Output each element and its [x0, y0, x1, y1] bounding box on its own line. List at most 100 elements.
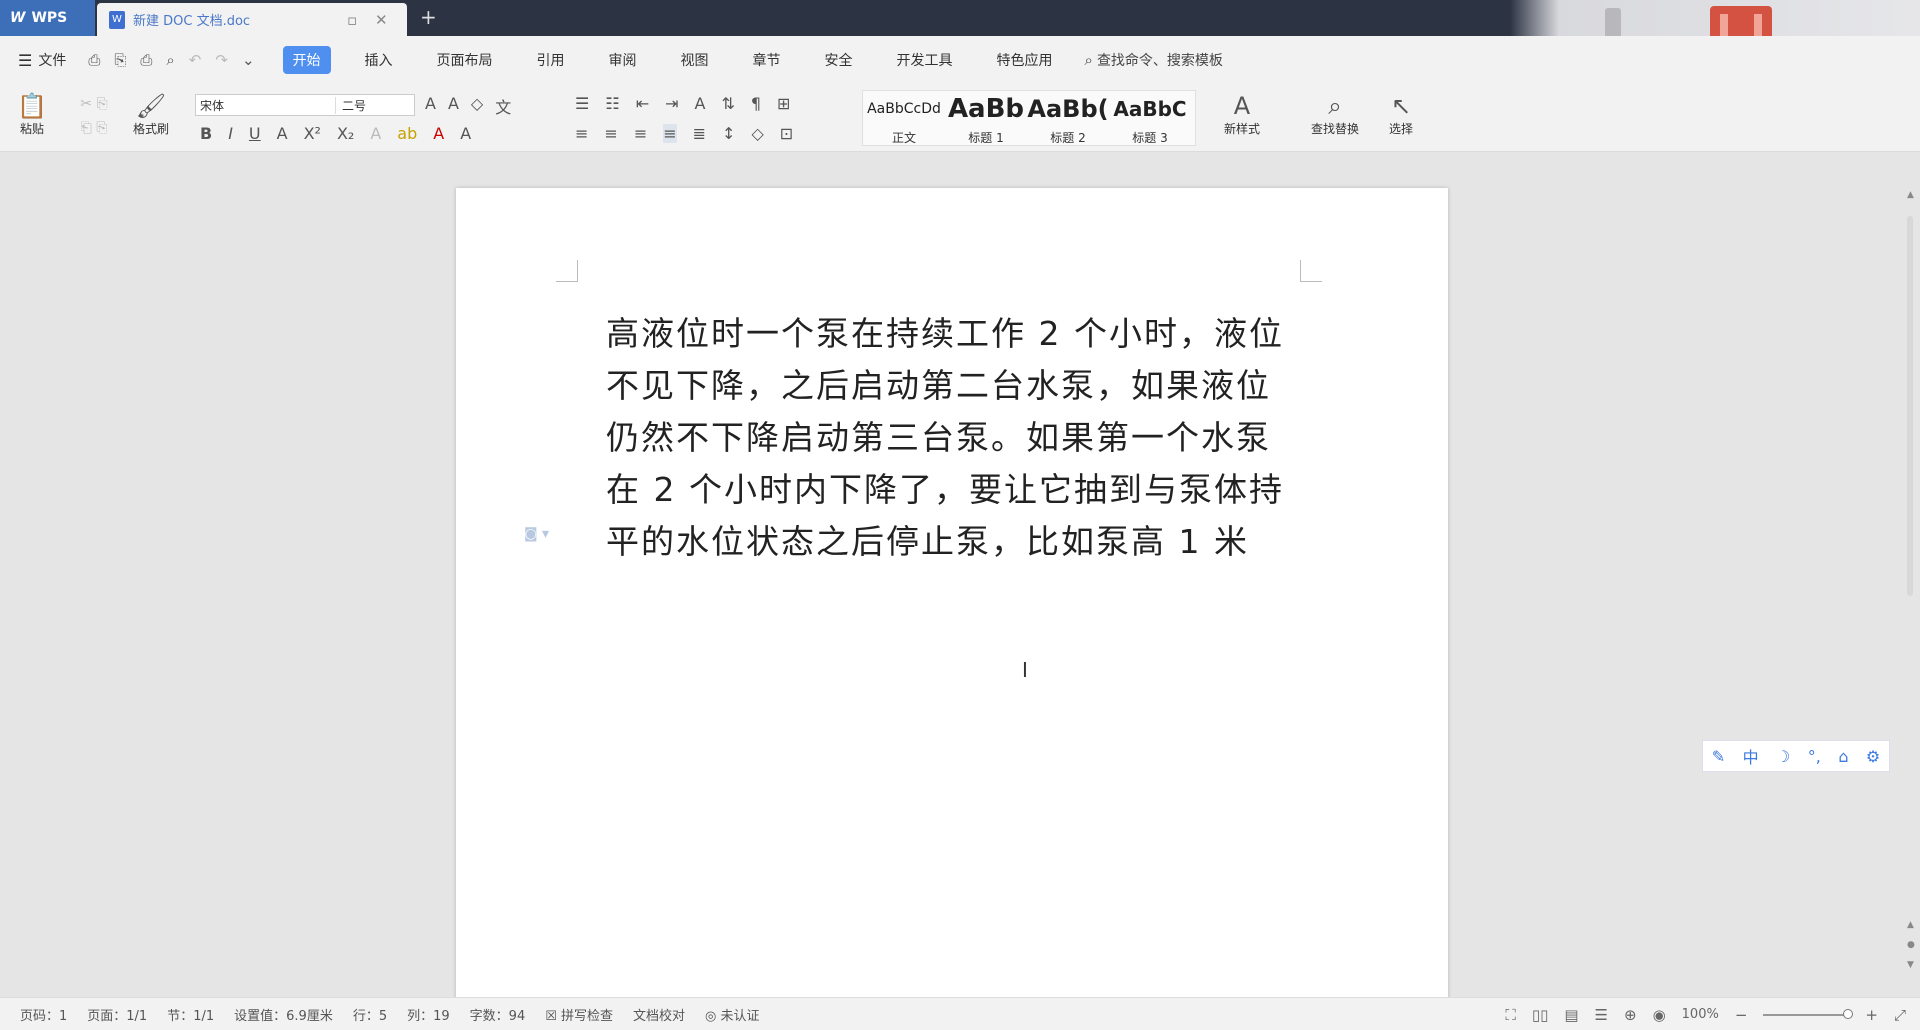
cut-icon[interactable]: ✂ ⎘ [64, 96, 124, 112]
new-tab-button[interactable]: + [420, 5, 437, 29]
text-direction-icon[interactable]: A [695, 94, 706, 113]
print-preview-icon[interactable]: ⌕ [166, 51, 174, 69]
style-heading-2[interactable]: AaBb( 标题 2 [1027, 91, 1109, 145]
undo-icon[interactable]: ↶ [189, 51, 202, 69]
style-heading-1[interactable]: AaBb 标题 1 [945, 91, 1027, 145]
document-page[interactable]: ◙ ▾ 高液位时一个泵在持续工作 2 个小时，液位 不见下降，之后启动第二台水泵… [456, 188, 1448, 1003]
char-border-icon[interactable]: A [460, 124, 471, 143]
bullet-list-icon[interactable]: ☰ [575, 94, 589, 113]
zoom-slider[interactable] [1763, 1008, 1854, 1019]
doc-proof-button[interactable]: 文档校对 [633, 1005, 685, 1024]
tab-security[interactable]: 安全 [815, 46, 863, 74]
next-page-icon[interactable]: ▼ [1907, 960, 1914, 970]
tab-references[interactable]: 引用 [527, 46, 575, 74]
text-effect-icon[interactable]: A [370, 124, 381, 143]
shrink-font-icon[interactable]: A [448, 94, 459, 118]
align-center-icon[interactable]: ≡ [604, 124, 617, 143]
table-icon[interactable]: ⊞ [777, 94, 790, 113]
eye-protect-icon[interactable]: ◉ [1653, 1006, 1666, 1024]
tab-review[interactable]: 审阅 [599, 46, 647, 74]
web-view-icon[interactable]: ⊕ [1624, 1006, 1637, 1024]
strikethrough-icon[interactable]: A [277, 124, 288, 143]
print-icon[interactable]: ⎙ [140, 51, 152, 69]
tab-view[interactable]: 视图 [671, 46, 719, 74]
style-normal[interactable]: AaBbCcDd 正文 [863, 91, 945, 145]
align-left-icon[interactable]: ≡ [575, 124, 588, 143]
tab-insert[interactable]: 插入 [355, 46, 403, 74]
spell-check-toggle[interactable]: ☒ 拼写检查 [545, 1005, 613, 1024]
redo-icon[interactable]: ↷ [215, 51, 228, 69]
status-word-count[interactable]: 字数：94 [470, 1005, 526, 1024]
select-browse-icon[interactable]: ● [1907, 940, 1915, 950]
outline-view-icon[interactable]: ☰ [1595, 1006, 1608, 1024]
copy-icon[interactable]: ⎗ ⎘ [64, 120, 124, 136]
decrease-indent-icon[interactable]: ⇤ [636, 94, 649, 113]
new-style-button[interactable]: A 新样式 [1212, 92, 1272, 137]
vertical-scrollbar[interactable]: ▲ ▲ ● ▼ [1905, 188, 1917, 992]
tab-home[interactable]: 开始 [282, 46, 331, 74]
wps-home-tab[interactable]: W WPS [0, 0, 95, 36]
document-body-text[interactable]: 高液位时一个泵在持续工作 2 个小时，液位 不见下降，之后启动第二台水泵，如果液… [606, 308, 1306, 568]
zoom-out-icon[interactable]: − [1735, 1006, 1748, 1024]
font-selector[interactable]: 宋体 二号 [195, 94, 415, 116]
file-menu[interactable]: ☰ 文件 [18, 50, 66, 70]
zoom-level[interactable]: 100% [1682, 1007, 1719, 1022]
grow-font-icon[interactable]: A [425, 94, 436, 118]
auth-status[interactable]: ◎ 未认证 [705, 1005, 760, 1024]
fit-window-icon[interactable]: ⤢ [1894, 1006, 1906, 1024]
close-tab-icon[interactable]: ✕ [375, 11, 388, 29]
user-icon[interactable]: ⌂ [1838, 747, 1848, 766]
page-view-icon[interactable]: ▤ [1564, 1006, 1578, 1024]
highlight-icon[interactable]: ab [397, 124, 417, 143]
zoom-slider-knob[interactable] [1843, 1008, 1854, 1019]
subscript-icon[interactable]: X₂ [337, 124, 354, 143]
output-pdf-icon[interactable]: ⎘ [114, 51, 126, 69]
show-marks-icon[interactable]: ¶ [751, 94, 761, 113]
increase-indent-icon[interactable]: ⇥ [665, 94, 678, 113]
font-color-icon[interactable]: A [433, 124, 444, 143]
settings-gear-icon[interactable]: ⚙ [1866, 747, 1880, 766]
style-heading-3[interactable]: AaBbC 标题 3 [1109, 91, 1191, 145]
document-tab[interactable]: W 新建 DOC 文档.doc ▫ ✕ [97, 3, 407, 36]
pinyin-icon[interactable]: 文 [495, 94, 511, 118]
restore-tab-icon[interactable]: ▫ [347, 11, 357, 29]
align-right-icon[interactable]: ≡ [634, 124, 647, 143]
numbered-list-icon[interactable]: ☷ [605, 94, 619, 113]
find-replace-button[interactable]: ⌕ 查找替换 [1300, 92, 1370, 137]
clear-format-icon[interactable]: ◇ [471, 94, 483, 118]
shading-icon[interactable]: ◇ [751, 124, 763, 143]
superscript-icon[interactable]: X² [304, 124, 321, 143]
chinese-input-icon[interactable]: 中 [1743, 744, 1759, 768]
line-spacing-icon[interactable]: ↕ [722, 124, 735, 143]
underline-icon[interactable]: U [249, 124, 261, 143]
format-painter-button[interactable]: 🖌 格式刷 [126, 92, 176, 137]
zoom-in-icon[interactable]: + [1865, 1006, 1878, 1024]
border-icon[interactable]: ⊡ [780, 124, 793, 143]
bold-icon[interactable]: B [200, 124, 212, 143]
scrollbar-thumb[interactable] [1907, 216, 1913, 596]
distribute-icon[interactable]: ≣ [693, 124, 706, 143]
font-name-field[interactable]: 宋体 [196, 96, 336, 114]
sort-icon[interactable]: ⇅ [721, 94, 734, 113]
tab-special-apps[interactable]: 特色应用 [987, 46, 1063, 74]
scroll-up-icon[interactable]: ▲ [1907, 190, 1914, 200]
save-icon[interactable]: ⎙ [88, 51, 100, 69]
tab-developer[interactable]: 开发工具 [887, 46, 963, 74]
customize-icon[interactable]: ⌄ [242, 51, 255, 69]
read-mode-icon[interactable]: ▯▯ [1532, 1006, 1549, 1024]
command-search[interactable]: ⌕ 查找命令、搜索模板 [1085, 50, 1223, 70]
status-pages[interactable]: 页面：1/1 [87, 1005, 147, 1024]
punctuation-icon[interactable]: °, [1808, 747, 1821, 766]
font-size-field[interactable]: 二号 [336, 97, 414, 114]
edit-icon[interactable]: ✎ [1712, 747, 1725, 766]
justify-icon[interactable]: ≡ [663, 124, 677, 143]
tab-page-layout[interactable]: 页面布局 [427, 46, 503, 74]
moon-icon[interactable]: ☽ [1776, 747, 1790, 766]
italic-icon[interactable]: I [228, 124, 233, 143]
tab-section[interactable]: 章节 [743, 46, 791, 74]
fullscreen-icon[interactable]: ⛶ [1505, 1006, 1516, 1024]
paste-button[interactable]: 📋 粘贴 [12, 92, 52, 137]
prev-page-icon[interactable]: ▲ [1907, 920, 1914, 930]
paragraph-handle-icon[interactable]: ◙ ▾ [524, 526, 549, 542]
select-button[interactable]: ↖ 选择 [1380, 92, 1422, 137]
